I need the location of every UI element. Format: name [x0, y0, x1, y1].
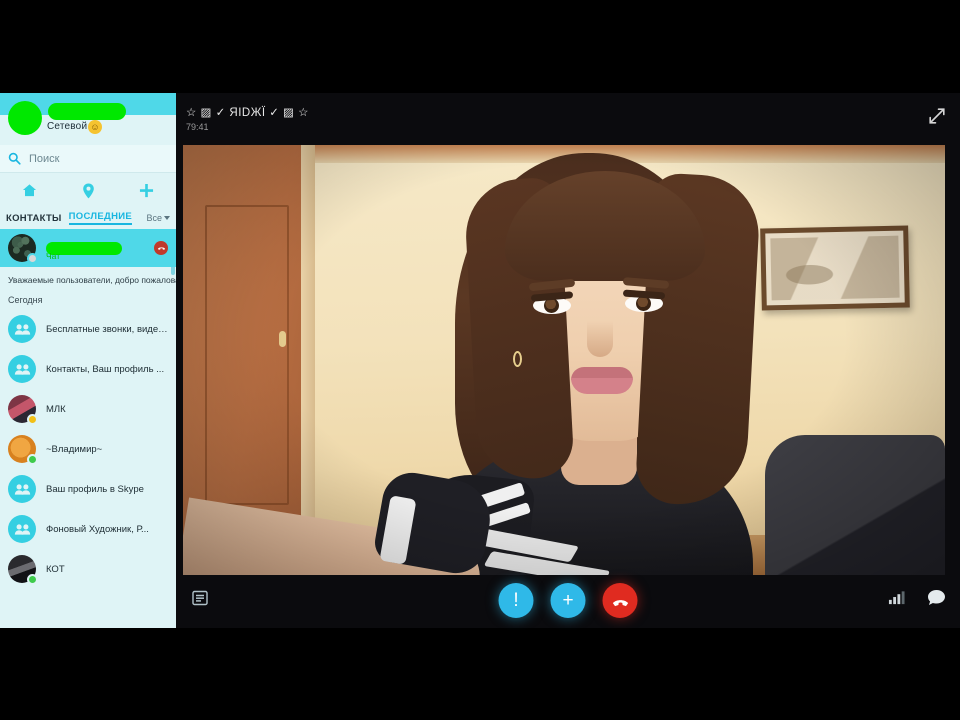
list-item-label: ~Владимир~ [46, 443, 103, 455]
chat-bubble-icon[interactable] [926, 587, 946, 607]
video-person-lips [571, 378, 633, 394]
avatar [8, 395, 38, 426]
list-item-selected[interactable]: Чат [0, 229, 176, 267]
list-item-label: КОТ [46, 563, 65, 575]
list-item[interactable]: МЛК [0, 389, 176, 429]
list-item[interactable]: Ваш профиль в Skype [0, 469, 176, 509]
call-quality-icon[interactable] [886, 587, 906, 607]
page-title: ☆ ▨ ✓ ЯІDЖЇ ✓ ▨ ☆ [186, 107, 309, 119]
status-badge [27, 574, 38, 586]
list-item-label: Ваш профиль в Skype [46, 483, 144, 495]
avatar[interactable] [8, 101, 42, 135]
video-chair [765, 435, 945, 575]
hangup-handset-icon [612, 599, 628, 606]
video-person-nose [587, 321, 613, 357]
mood-emoji-icon[interactable]: ☺ [88, 120, 102, 134]
group-icon [14, 324, 30, 335]
chat-panel-icon[interactable] [191, 589, 209, 607]
profile-status-text[interactable]: Сетевой [47, 121, 87, 132]
sidebar-profile-header[interactable]: Сетевой ☺ [0, 93, 176, 145]
status-badge [27, 253, 38, 264]
list-item-label: Контакты, Ваш профиль ... [46, 363, 165, 375]
sidebar-nav-icons [0, 174, 176, 207]
add-participant-button[interactable]: + [550, 583, 586, 618]
sidebar: Сетевой ☺ Поиск КОНТАКТЫ ПОСЛЕДНИЕ Все Ч… [0, 93, 176, 628]
avatar [8, 234, 38, 264]
call-status-icons [886, 587, 946, 607]
day-divider: Сегодня [8, 295, 43, 306]
end-call-button[interactable] [602, 583, 638, 618]
screenshot-root: Сетевой ☺ Поиск КОНТАКТЫ ПОСЛЕДНИЕ Все Ч… [0, 0, 960, 720]
call-action-buttons: ! + [498, 583, 638, 618]
location-pin-icon[interactable] [59, 174, 118, 207]
list-item[interactable]: Бесплатные звонки, видеоз... [0, 309, 176, 349]
call-timer: 79:41 [186, 122, 209, 132]
missed-call-icon [154, 241, 168, 255]
mute-alert-button[interactable]: ! [498, 583, 534, 618]
video-stream[interactable] [183, 145, 945, 575]
letterbox-top [0, 0, 960, 93]
list-item-label: Бесплатные звонки, видеоз... [46, 323, 168, 335]
group-icon [14, 364, 30, 375]
search-placeholder: Поиск [29, 152, 60, 165]
video-door-knob [279, 331, 286, 347]
home-icon[interactable] [0, 174, 59, 207]
video-wall-picture [760, 225, 910, 311]
info-line: Уважаемые пользователи, добро пожаловать… [8, 275, 176, 285]
video-door-frame [301, 145, 315, 575]
video-door-panel [205, 205, 289, 505]
expand-arrows-icon[interactable] [928, 107, 946, 125]
mute-alert-glyph: ! [513, 590, 519, 611]
avatar [8, 435, 38, 466]
recent-filter-label: Все [146, 213, 162, 223]
avatar [8, 355, 36, 384]
call-pane: ☆ ▨ ✓ ЯІDЖЇ ✓ ▨ ☆ 79:41 ! + [176, 93, 960, 628]
add-participant-glyph: + [562, 590, 574, 611]
list-item-label: Фоновый Художник, Р... [46, 523, 149, 535]
video-person-earring [513, 351, 522, 367]
conversation-subtitle: Чат [46, 251, 61, 261]
search-icon [8, 152, 21, 165]
avatar [8, 315, 36, 344]
add-contact-icon[interactable] [117, 174, 176, 207]
avatar [8, 555, 38, 586]
avatar [8, 475, 36, 504]
sidebar-tabs: КОНТАКТЫ ПОСЛЕДНИЕ Все [0, 207, 176, 229]
skype-window: Сетевой ☺ Поиск КОНТАКТЫ ПОСЛЕДНИЕ Все Ч… [0, 93, 960, 628]
list-item[interactable]: Фоновый Художник, Р... [0, 509, 176, 549]
group-icon [14, 524, 30, 535]
avatar [8, 515, 36, 544]
tab-recent[interactable]: ПОСЛЕДНИЕ [68, 211, 132, 225]
call-controls-bar: ! + [176, 575, 960, 628]
list-item[interactable]: КОТ [0, 549, 176, 589]
chevron-down-icon [164, 216, 170, 220]
list-item-label: МЛК [46, 403, 66, 415]
profile-name-redaction [48, 103, 126, 120]
search-input[interactable]: Поиск [0, 145, 176, 173]
list-item[interactable]: ~Владимир~ [0, 429, 176, 469]
status-badge [27, 454, 38, 466]
recent-filter-dropdown[interactable]: Все [146, 213, 170, 223]
recent-list[interactable]: Чат Уважаемые пользователи, добро пожало… [0, 229, 176, 628]
group-icon [14, 484, 30, 495]
status-badge [27, 414, 38, 426]
letterbox-bottom [0, 628, 960, 720]
list-item[interactable]: Контакты, Ваш профиль ... [0, 349, 176, 389]
tab-contacts[interactable]: КОНТАКТЫ [6, 213, 62, 224]
